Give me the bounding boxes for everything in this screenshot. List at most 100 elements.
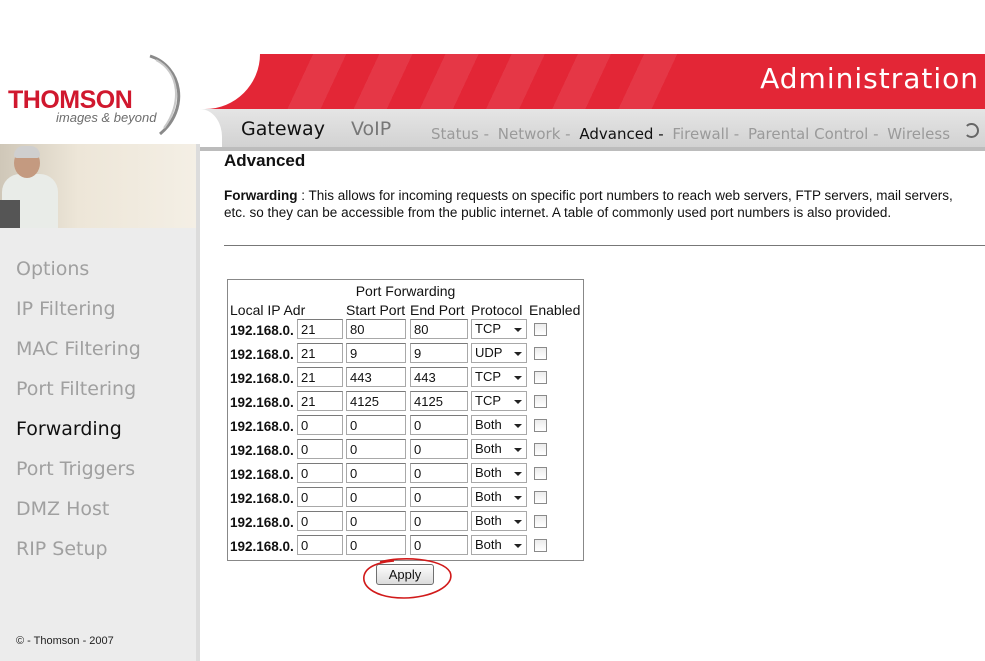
local-ip-input[interactable] — [297, 367, 343, 387]
enabled-checkbox[interactable] — [534, 491, 547, 504]
start-port-input[interactable] — [346, 487, 406, 507]
brand-tagline: images & beyond — [56, 110, 157, 125]
dropdown-arrow-icon — [514, 544, 522, 548]
protocol-select[interactable]: TCP — [471, 391, 527, 411]
start-port-input[interactable] — [346, 463, 406, 483]
local-ip-input[interactable] — [297, 463, 343, 483]
page-title: Advanced — [224, 151, 306, 170]
protocol-select[interactable]: Both — [471, 415, 527, 435]
ip-prefix: 192.168.0. — [230, 419, 294, 434]
table-row: 192.168.0. UDP — [228, 343, 583, 367]
tab-voip[interactable]: VoIP — [351, 118, 391, 140]
subnav-parental-control[interactable]: Parental Control - — [748, 125, 879, 143]
end-port-input[interactable] — [410, 343, 468, 363]
end-port-input[interactable] — [410, 367, 468, 387]
ip-prefix: 192.168.0. — [230, 515, 294, 530]
subnav-firewall[interactable]: Firewall - — [672, 125, 739, 143]
protocol-value: Both — [475, 513, 502, 528]
protocol-select[interactable]: Both — [471, 487, 527, 507]
enabled-checkbox[interactable] — [534, 467, 547, 480]
end-port-input[interactable] — [410, 535, 468, 555]
sidebar-item-rip-setup[interactable]: RIP Setup — [16, 536, 141, 576]
sidebar-item-port-triggers[interactable]: Port Triggers — [16, 456, 141, 496]
sidebar-item-port-filtering[interactable]: Port Filtering — [16, 376, 141, 416]
local-ip-input[interactable] — [297, 319, 343, 339]
table-caption: Port Forwarding — [355, 283, 456, 299]
protocol-value: Both — [475, 441, 502, 456]
protocol-value: UDP — [475, 345, 503, 360]
start-port-input[interactable] — [346, 391, 406, 411]
local-ip-input[interactable] — [297, 439, 343, 459]
protocol-select[interactable]: Both — [471, 439, 527, 459]
local-ip-input[interactable] — [297, 487, 343, 507]
table-row: 192.168.0. Both — [228, 511, 583, 535]
sidebar-menu: Options IP Filtering MAC Filtering Port … — [16, 256, 141, 576]
protocol-select[interactable]: TCP — [471, 319, 527, 339]
protocol-select[interactable]: Both — [471, 535, 527, 555]
enabled-checkbox[interactable] — [534, 395, 547, 408]
local-ip-input[interactable] — [297, 535, 343, 555]
header-banner: Administration — [200, 54, 985, 109]
protocol-value: Both — [475, 417, 502, 432]
end-port-input[interactable] — [410, 487, 468, 507]
header-protocol: Protocol — [471, 302, 523, 318]
local-ip-input[interactable] — [297, 343, 343, 363]
table-row: 192.168.0. Both — [228, 439, 583, 463]
dropdown-arrow-icon — [514, 328, 522, 332]
subnav-advanced[interactable]: Advanced - — [579, 125, 663, 143]
local-ip-input[interactable] — [297, 391, 343, 411]
protocol-value: TCP — [475, 369, 501, 384]
end-port-input[interactable] — [410, 415, 468, 435]
start-port-input[interactable] — [346, 319, 406, 339]
sidebar-item-dmz-host[interactable]: DMZ Host — [16, 496, 141, 536]
dropdown-arrow-icon — [514, 496, 522, 500]
protocol-select[interactable]: Both — [471, 463, 527, 483]
enabled-checkbox[interactable] — [534, 443, 547, 456]
end-port-input[interactable] — [410, 391, 468, 411]
sidebar-item-mac-filtering[interactable]: MAC Filtering — [16, 336, 141, 376]
start-port-input[interactable] — [346, 439, 406, 459]
table-row: 192.168.0. Both — [228, 535, 583, 559]
enabled-checkbox[interactable] — [534, 347, 547, 360]
ip-prefix: 192.168.0. — [230, 443, 294, 458]
protocol-select[interactable]: UDP — [471, 343, 527, 363]
start-port-input[interactable] — [346, 511, 406, 531]
sidebar-item-ip-filtering[interactable]: IP Filtering — [16, 296, 141, 336]
ip-prefix: 192.168.0. — [230, 467, 294, 482]
protocol-select[interactable]: TCP — [471, 367, 527, 387]
tab-gateway[interactable]: Gateway — [241, 118, 325, 140]
local-ip-input[interactable] — [297, 415, 343, 435]
start-port-input[interactable] — [346, 367, 406, 387]
subnav-network[interactable]: Network - — [498, 125, 571, 143]
sidebar-item-forwarding[interactable]: Forwarding — [16, 416, 141, 456]
ip-prefix: 192.168.0. — [230, 395, 294, 410]
local-ip-input[interactable] — [297, 511, 343, 531]
enabled-checkbox[interactable] — [534, 539, 547, 552]
ip-prefix: 192.168.0. — [230, 371, 294, 386]
enabled-checkbox[interactable] — [534, 515, 547, 528]
end-port-input[interactable] — [410, 511, 468, 531]
protocol-value: Both — [475, 489, 502, 504]
header-enabled: Enabled — [529, 302, 581, 318]
apply-button[interactable]: Apply — [376, 564, 434, 585]
description-label: Forwarding — [224, 188, 298, 203]
start-port-input[interactable] — [346, 343, 406, 363]
loading-spinner-icon — [964, 123, 979, 138]
subnav-wireless[interactable]: Wireless — [887, 125, 950, 143]
end-port-input[interactable] — [410, 319, 468, 339]
dropdown-arrow-icon — [514, 352, 522, 356]
enabled-checkbox[interactable] — [534, 419, 547, 432]
enabled-checkbox[interactable] — [534, 323, 547, 336]
table-row: 192.168.0. TCP — [228, 319, 583, 343]
sidebar-item-options[interactable]: Options — [16, 256, 141, 296]
description-text: : This allows for incoming requests on s… — [224, 188, 953, 220]
subnav-status[interactable]: Status - — [431, 125, 489, 143]
end-port-input[interactable] — [410, 463, 468, 483]
header-end-port: End Port — [410, 302, 465, 318]
header-local-ip: Local IP Adr — [230, 302, 306, 318]
end-port-input[interactable] — [410, 439, 468, 459]
start-port-input[interactable] — [346, 535, 406, 555]
protocol-select[interactable]: Both — [471, 511, 527, 531]
start-port-input[interactable] — [346, 415, 406, 435]
enabled-checkbox[interactable] — [534, 371, 547, 384]
